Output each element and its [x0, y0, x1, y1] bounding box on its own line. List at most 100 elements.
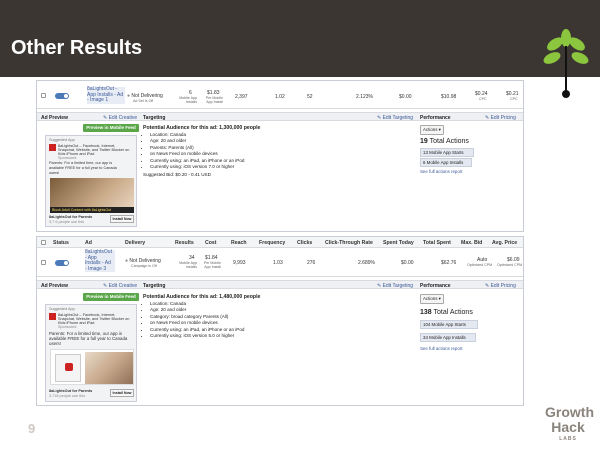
reach-value: 9,993 [233, 260, 246, 266]
ad-name-link[interactable]: 8aLightsOut - App Installs - Ad - Image … [85, 249, 115, 273]
preview-mobile-feed-button[interactable]: Preview in Mobile Feed [83, 124, 139, 132]
install-now-button[interactable]: Install Now [110, 215, 134, 223]
slide-header: Other Results [0, 0, 600, 98]
max-bid-sub: Optimized CPM [467, 263, 493, 267]
targeting-heading: Targeting [143, 283, 166, 289]
row-checkbox[interactable] [41, 260, 46, 265]
select-all-checkbox[interactable] [41, 240, 46, 245]
page-number: 9 [28, 421, 36, 436]
col-clicks[interactable]: Clicks [297, 240, 312, 246]
max-bid-sub: CPC [479, 97, 487, 101]
ad-preview-heading: Ad Preview [41, 115, 68, 121]
section-header: Ad Preview ✎ Edit Creative Targeting ✎ E… [37, 112, 523, 121]
app-icon [49, 144, 56, 151]
performance-heading: Performance [420, 115, 451, 121]
targeting-list: Location: Canada Age: 20 and older Categ… [143, 301, 245, 339]
install-now-button[interactable]: Install Now [110, 389, 134, 397]
table-row: 8aLightsOut - App Installs - Ad - Image … [37, 85, 523, 109]
ad-image [50, 178, 134, 208]
total-actions: 19 Total Actions [420, 138, 469, 145]
sponsored-label: Sponsored [58, 325, 77, 329]
col-status[interactable]: Status [53, 240, 69, 246]
edit-pricing-link[interactable]: ✎ Edit Pricing [485, 115, 516, 121]
cost-sub: Per Mobile App Install [203, 261, 221, 269]
sprout-logo-icon [543, 29, 589, 98]
col-reach[interactable]: Reach [231, 240, 247, 246]
ctr-value: 2.123% [356, 94, 373, 100]
see-full-report-link[interactable]: See full actions report [420, 346, 462, 351]
clicks-value: 276 [307, 260, 316, 266]
see-full-report-link[interactable]: See full actions report [420, 169, 462, 174]
table-row: 8aLightsOut - App Installs - Ad - Image … [37, 249, 523, 277]
app-icon [49, 313, 56, 320]
total-actions: 138 Total Actions [420, 309, 473, 316]
frequency-value: 1.02 [275, 94, 285, 100]
actions-dropdown[interactable]: Actions ▾ [420, 294, 444, 304]
growth-hack-labs-logo: Growth Hack LABS [545, 404, 594, 443]
edit-targeting-link[interactable]: ✎ Edit Targeting [377, 115, 413, 121]
edit-creative-link[interactable]: ✎ Edit Creative [103, 283, 137, 289]
targeting-list: Location: Canada Age: 20 and older Paren… [143, 132, 245, 170]
suggested-bid: Suggested Bid: $0.20 - 0.41 USD [143, 172, 211, 177]
targeting-item: Currently using: iOS version 7.0 or high… [150, 164, 245, 170]
action-item-app-starts[interactable]: 13 Mobile App Starts [420, 148, 474, 157]
col-ad[interactable]: Ad [85, 240, 92, 246]
delivery-sub: Campaign is Off [131, 264, 157, 268]
ad-footer-sub: 3,718 people use this [49, 394, 86, 398]
col-spent-today[interactable]: Spent Today [383, 240, 414, 246]
performance-heading: Performance [420, 283, 451, 289]
app-store-mockup [55, 354, 81, 382]
family-photo [85, 352, 133, 384]
targeting-heading: Targeting [143, 115, 166, 121]
ad-image [50, 349, 134, 385]
ad-preview-card: Suggested App 8aLightsOut – Facebook, In… [45, 304, 137, 402]
section-header: Ad Preview ✎ Edit Creative Targeting ✎ E… [37, 280, 523, 289]
edit-targeting-link[interactable]: ✎ Edit Targeting [377, 283, 413, 289]
col-ctr[interactable]: Click-Through Rate [325, 240, 373, 246]
col-max-bid[interactable]: Max. Bid [461, 240, 482, 246]
ad-name-link[interactable]: 8aLightsOut - App Installs - Ad - Image … [87, 86, 125, 104]
ad-body-line3: users! [49, 171, 60, 175]
potential-audience: Potential Audience for this ad: 1,300,00… [143, 125, 261, 131]
col-delivery[interactable]: Delivery [125, 240, 145, 246]
col-frequency[interactable]: Frequency [259, 240, 285, 246]
ad-results-panel-2: Status Ad Delivery Results Cost Reach Fr… [36, 236, 524, 406]
edit-creative-link[interactable]: ✎ Edit Creative [103, 115, 137, 121]
sponsored-label: Sponsored [58, 156, 77, 160]
total-spent-value: $10.98 [441, 94, 457, 100]
col-total-spent[interactable]: Total Spent [423, 240, 451, 246]
total-spent-value: $62.76 [441, 260, 457, 266]
preview-mobile-feed-button[interactable]: Preview in Mobile Feed [83, 293, 139, 301]
avg-price-sub: CPC [510, 97, 518, 101]
targeting-item: Currently using: iOS version 5.0 or high… [150, 333, 245, 339]
ad-footer-sub: 3,7 6 people use this [49, 220, 85, 224]
col-cost[interactable]: Cost [205, 240, 217, 246]
ad-body-line1: Parents: For a limited time, our app is [49, 161, 113, 165]
ad-footer-title: 8aLightsOut for Parents [49, 389, 93, 393]
spent-today-value: $0.00 [399, 94, 412, 100]
avg-price-sub: Optimized CPM [497, 263, 523, 267]
col-results[interactable]: Results [175, 240, 194, 246]
suggested-app-label: Suggested App [49, 138, 75, 142]
ad-footer-title: 8aLightsOut for Parents [49, 215, 93, 219]
table-header: Status Ad Delivery Results Cost Reach Fr… [37, 237, 523, 248]
results-sub: Mobile App Installs [179, 96, 197, 104]
row-checkbox[interactable] [41, 93, 46, 98]
reach-value: 2,397 [235, 94, 248, 100]
clicks-value: 52 [307, 94, 313, 100]
ad-results-panel-1: 8aLightsOut - App Installs - Ad - Image … [36, 80, 524, 232]
action-item-app-installs[interactable]: 34 Mobile App Installs [420, 333, 476, 342]
potential-audience: Potential Audience for this ad: 1,480,00… [143, 294, 261, 300]
actions-dropdown[interactable]: Actions ▾ [420, 125, 444, 135]
edit-pricing-link[interactable]: ✎ Edit Pricing [485, 283, 516, 289]
slide-title: Other Results [11, 37, 143, 59]
action-item-app-installs[interactable]: 6 Mobile App Installs [420, 158, 472, 167]
ad-status-toggle[interactable] [55, 260, 69, 266]
delivery-sub: Ad Set Is Off [133, 99, 154, 103]
suggested-app-label: Suggested App [49, 307, 75, 311]
ad-status-toggle[interactable] [55, 93, 69, 99]
results-sub: Mobile App Installs [179, 261, 197, 269]
action-item-app-starts[interactable]: 104 Mobile App Starts [420, 320, 478, 329]
ad-preview-card: Suggested App 8aLightsOut – Facebook, In… [45, 135, 137, 227]
col-avg-price[interactable]: Avg. Price [492, 240, 517, 246]
